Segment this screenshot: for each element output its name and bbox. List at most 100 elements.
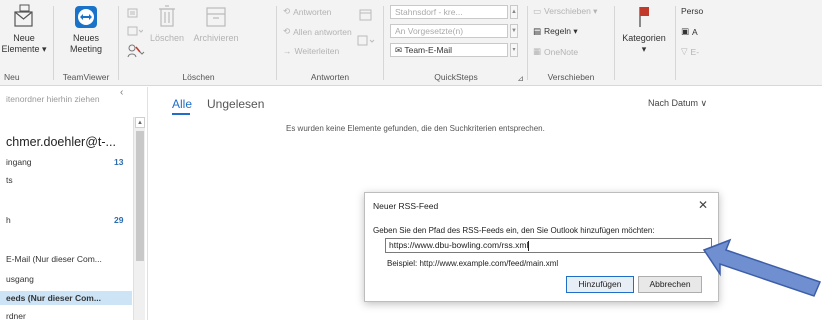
categorize-dropdown-icon: ▾ xyxy=(641,44,647,54)
filter-email-label: E- xyxy=(690,46,700,57)
new-meeting-label-2: Meeting xyxy=(69,44,103,54)
ribbon-separator xyxy=(675,6,676,80)
new-items-label-2: Elemente ▾ xyxy=(1,44,47,54)
sort-by-date-dropdown[interactable]: Nach Datum ∨ xyxy=(648,98,707,109)
rules-button[interactable]: ▤ Regeln ▾ xyxy=(533,26,578,37)
group-label-new: Neu xyxy=(4,72,20,82)
scrollbar-thumb[interactable] xyxy=(136,131,144,261)
tab-all-underline xyxy=(172,113,190,115)
rss-url-input[interactable]: https://www.dbu-bowling.com/rss.xml xyxy=(385,238,712,253)
ribbon-separator xyxy=(53,6,54,80)
dialog-prompt: Geben Sie den Pfad des RSS-Feeds ein, de… xyxy=(373,226,655,235)
folder-pane-scrollbar[interactable]: ▲ xyxy=(133,117,145,320)
account-name[interactable]: chmer.doehler@t-... xyxy=(6,135,116,149)
quickstep-item-3-label: Team-E-Mail xyxy=(404,45,453,55)
ribbon-separator xyxy=(276,6,277,80)
meeting-reply-icon[interactable] xyxy=(359,8,373,27)
folder-label: usgang xyxy=(6,274,34,284)
scroll-up-icon[interactable]: ▲ xyxy=(135,117,145,128)
quickstep-item-2[interactable]: An Vorgesetzte(n) xyxy=(390,24,508,38)
group-label-delete: Löschen xyxy=(182,72,215,82)
folder-item-junk[interactable]: h xyxy=(6,215,11,225)
empty-list-message: Es wurden keine Elemente gefunden, die d… xyxy=(286,124,545,133)
delete-button[interactable]: Löschen xyxy=(149,4,185,44)
folder-label: h xyxy=(6,215,11,225)
ribbon-group-delete: Löschen Archivieren Löschen xyxy=(121,0,276,86)
group-label-teamviewer: TeamViewer xyxy=(62,72,110,82)
collapse-pane-icon[interactable]: ‹ xyxy=(120,87,123,98)
person-label: Perso xyxy=(681,6,704,16)
move-icon: ▭ xyxy=(533,6,542,16)
category-flag-icon xyxy=(639,7,649,27)
folder-item-drafts[interactable]: ts xyxy=(6,175,13,185)
add-button[interactable]: Hinzufügen xyxy=(566,276,634,293)
new-meeting-button[interactable]: Neues Meeting xyxy=(60,4,112,55)
close-icon[interactable]: ✕ xyxy=(698,198,708,212)
ribbon-group-respond: ⟲ Antworten ⟲ Allen antworten → Weiterle… xyxy=(279,0,381,86)
ribbon-separator xyxy=(614,6,615,80)
folder-item-inbox[interactable]: ingang xyxy=(6,157,32,167)
folder-unread-count: 13 xyxy=(114,157,124,167)
address-book-label: A xyxy=(692,26,698,37)
delete-label: Löschen xyxy=(149,33,185,43)
forward-button[interactable]: → Weiterleiten xyxy=(283,46,339,56)
new-items-button[interactable]: Neue Elemente ▾ xyxy=(0,4,48,55)
delete-icon xyxy=(159,5,175,27)
annotation-arrow-icon xyxy=(702,238,822,297)
ribbon-group-tags: Kategorien ▾ xyxy=(617,0,673,86)
reply-label: Antworten xyxy=(293,6,332,17)
mail-icon: ✉ xyxy=(395,45,403,55)
reply-icon: ⟲ xyxy=(283,6,291,16)
categorize-button[interactable]: Kategorien ▾ xyxy=(617,4,671,55)
onenote-icon: ▦ xyxy=(533,46,542,56)
quickstep-item-2-label: An Vorgesetzte(n) xyxy=(395,26,464,36)
filter-icon: ▽ xyxy=(681,46,688,56)
dialog-title: Neuer RSS-Feed xyxy=(373,201,439,211)
filter-email-button[interactable]: ▽ E- xyxy=(681,46,699,57)
quickstep-scroll-down[interactable]: ▼ xyxy=(510,24,518,38)
categorize-label: Kategorien xyxy=(622,33,666,43)
archive-label: Archivieren xyxy=(193,33,239,43)
address-book-button[interactable]: ▣ A xyxy=(681,26,698,37)
tab-all[interactable]: Alle xyxy=(172,97,192,111)
address-book-icon: ▣ xyxy=(681,26,690,36)
ignore-icon[interactable] xyxy=(127,6,139,24)
folder-label: ts xyxy=(6,175,13,185)
move-label: Verschieben ▾ xyxy=(544,6,598,16)
folder-unread-count: 29 xyxy=(114,215,124,225)
reply-all-button[interactable]: ⟲ Allen antworten xyxy=(283,26,352,37)
rules-icon: ▤ xyxy=(533,26,542,36)
tab-unread[interactable]: Ungelesen xyxy=(207,97,264,111)
quickstep-more[interactable]: ▾ xyxy=(510,43,518,57)
quickstep-scroll-up[interactable]: ▲ xyxy=(510,5,518,19)
more-respond-icon[interactable] xyxy=(357,34,377,53)
group-label-respond: Antworten xyxy=(310,72,350,82)
quickstep-item-1-label: Stahnsdorf - kre... xyxy=(395,7,463,17)
reply-all-icon: ⟲ xyxy=(283,26,291,36)
cleanup-icon[interactable] xyxy=(127,24,144,42)
new-meeting-label-1: Neues xyxy=(72,33,99,43)
onenote-button[interactable]: ▦ OneNote xyxy=(533,46,578,57)
folder-item-rss-feeds[interactable]: eeds (Nur dieser Com... xyxy=(0,291,132,305)
person-search-field[interactable]: Perso xyxy=(681,6,703,16)
junk-icon[interactable] xyxy=(127,44,145,63)
group-label-move: Verschieben xyxy=(547,72,595,82)
folder-pane: itenordner hierhin ziehen ‹ ▲ chmer.doeh… xyxy=(0,87,148,320)
move-button[interactable]: ▭ Verschieben ▾ xyxy=(533,6,597,17)
reply-button[interactable]: ⟲ Antworten xyxy=(283,6,331,17)
quickstep-item-1[interactable]: Stahnsdorf - kre... xyxy=(390,5,508,19)
archive-button[interactable]: Archivieren xyxy=(189,4,243,44)
ribbon-separator xyxy=(383,6,384,80)
quicksteps-launcher-icon[interactable]: ⊿ xyxy=(517,74,524,83)
favorites-drop-hint: itenordner hierhin ziehen xyxy=(6,94,100,104)
new-rss-feed-dialog: Neuer RSS-Feed ✕ Geben Sie den Pfad des … xyxy=(364,192,719,302)
folder-item-email-local[interactable]: E-Mail (Nur dieser Com... xyxy=(6,254,102,264)
new-items-label-1: Neue xyxy=(13,33,35,43)
folder-item-search[interactable]: rdner xyxy=(6,311,26,320)
teamviewer-icon xyxy=(75,6,97,28)
folder-item-outbox[interactable]: usgang xyxy=(6,274,34,284)
text-cursor xyxy=(528,240,530,251)
ribbon-group-new: Neue Elemente ▾ Neu xyxy=(0,0,50,86)
ribbon-group-move: ▭ Verschieben ▾ ▤ Regeln ▾ ▦ OneNote Ver… xyxy=(530,0,612,86)
quickstep-item-3[interactable]: ✉ Team-E-Mail xyxy=(390,43,508,57)
